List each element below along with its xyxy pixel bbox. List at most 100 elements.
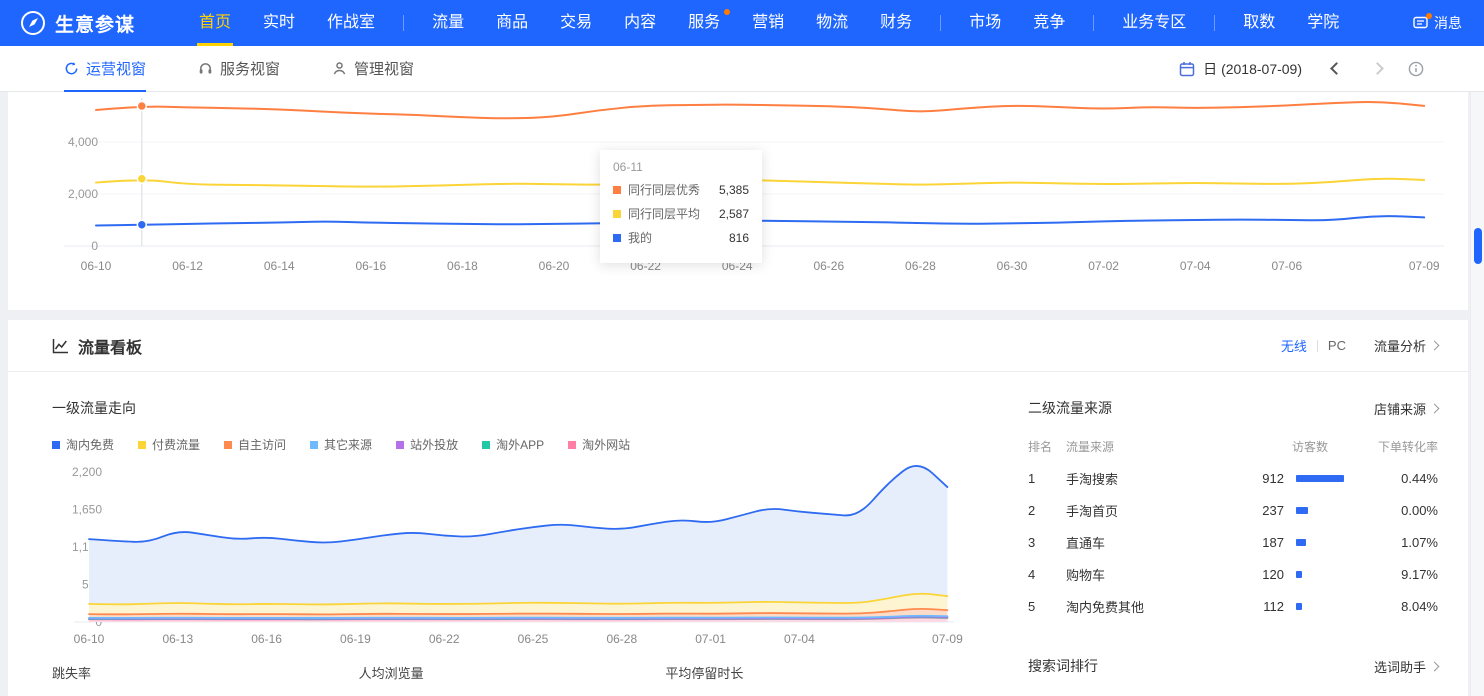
source-row[interactable]: 5淘内免费其他1128.04%	[1028, 590, 1438, 622]
toggle-wireless[interactable]: 无线	[1281, 336, 1307, 355]
view-tabs: 运营视窗 服务视窗 管理视窗	[64, 46, 466, 92]
nav-item-war-room[interactable]: 作战室	[311, 0, 391, 46]
benchmark-chart-card: 02,0004,00006-1006-1206-1406-1606-1806-2…	[8, 92, 1468, 310]
svg-text:06-13: 06-13	[162, 632, 193, 646]
legend-swatch	[138, 441, 146, 449]
source-visitors: 237	[1232, 503, 1284, 518]
legend-item-other-source[interactable]: 其它来源	[310, 436, 372, 453]
metric-label: 人均浏览量	[359, 663, 666, 682]
nav-item-items[interactable]: 商品	[480, 0, 544, 46]
traffic-board-body: 一级流量走向 淘内免费 付费流量 自主访问 其它来源 站外投放 淘外APP 淘外网站 055…	[8, 372, 1468, 696]
source-visitors: 120	[1232, 567, 1284, 582]
legend-item-offsite[interactable]: 站外投放	[396, 436, 458, 453]
legend-swatch	[613, 234, 621, 242]
source-row[interactable]: 4购物车1209.17%	[1028, 558, 1438, 590]
source-row[interactable]: 3直通车1871.07%	[1028, 526, 1438, 558]
svg-text:06-22: 06-22	[429, 632, 460, 646]
metric-avg-pageviews: 人均浏览量5.01	[359, 663, 666, 696]
svg-text:07-02: 07-02	[1088, 259, 1119, 273]
traffic-metrics: 跳失率59.73%人均浏览量5.01平均停留时长17.48秒	[52, 663, 972, 696]
legend-item-taonei-free[interactable]: 淘内免费	[52, 436, 114, 453]
nav-item-content[interactable]: 内容	[608, 0, 672, 46]
shop-source-link[interactable]: 店铺来源	[1374, 399, 1438, 418]
scrollbar[interactable]	[1470, 92, 1484, 696]
date-controls: 日 (2018-07-09)	[1179, 59, 1424, 79]
nav-menu: 首页实时作战室流量商品交易内容服务营销物流财务市场竞争业务专区取数学院	[183, 0, 1413, 46]
svg-text:07-04: 07-04	[1180, 259, 1211, 273]
line-chart-icon	[52, 338, 69, 354]
brand-name: 生意参谋	[55, 10, 135, 37]
traffic-analysis-link[interactable]: 流量分析	[1374, 336, 1438, 355]
date-granularity: 日	[1203, 61, 1217, 77]
metric-bounce-rate: 跳失率59.73%	[52, 663, 359, 696]
primary-traffic-panel: 一级流量走向 淘内免费 付费流量 自主访问 其它来源 站外投放 淘外APP 淘外网站 055…	[52, 398, 972, 696]
legend-item-paid[interactable]: 付费流量	[138, 436, 200, 453]
column-header: 流量来源	[1066, 438, 1232, 455]
info-icon[interactable]	[1408, 61, 1424, 77]
svg-text:06-28: 06-28	[606, 632, 637, 646]
nav-item-marketing[interactable]: 营销	[736, 0, 800, 46]
traffic-legend: 淘内免费 付费流量 自主访问 其它来源 站外投放 淘外APP 淘外网站	[52, 436, 972, 453]
nav-item-home[interactable]: 首页	[183, 0, 247, 46]
nav-separator	[1093, 15, 1094, 31]
visitors-bar	[1296, 603, 1302, 610]
nav-item-logistics[interactable]: 物流	[800, 0, 864, 46]
nav-item-realtime[interactable]: 实时	[247, 0, 311, 46]
legend-item-taowai-web[interactable]: 淘外网站	[568, 436, 630, 453]
word-helper-link[interactable]: 选词助手	[1374, 657, 1438, 676]
view-tab-label: 运营视窗	[86, 58, 146, 79]
svg-text:06-28: 06-28	[905, 259, 936, 273]
view-bar: 运营视窗 服务视窗 管理视窗 日 (2018-07-09)	[0, 46, 1484, 92]
legend-swatch	[613, 210, 621, 218]
messages-entry[interactable]: 消息	[1413, 13, 1466, 33]
headset-icon	[198, 61, 213, 76]
view-tab-management[interactable]: 管理视窗	[332, 46, 414, 92]
view-tab-operation[interactable]: 运营视窗	[64, 46, 146, 92]
shop-source-label: 店铺来源	[1374, 399, 1426, 418]
legend-item-self-visit[interactable]: 自主访问	[224, 436, 286, 453]
nav-item-data-fetch[interactable]: 取数	[1227, 0, 1291, 46]
next-date-button[interactable]	[1371, 62, 1384, 75]
nav-item-business-zone[interactable]: 业务专区	[1106, 0, 1202, 46]
nav-item-trade[interactable]: 交易	[544, 0, 608, 46]
traffic-analysis-label: 流量分析	[1374, 336, 1426, 355]
notification-dot	[724, 9, 730, 15]
source-rank: 3	[1028, 535, 1066, 550]
divider	[1317, 340, 1318, 352]
source-row[interactable]: 2手淘首页2370.00%	[1028, 494, 1438, 526]
scrollbar-thumb[interactable]	[1474, 228, 1482, 264]
nav-item-compete[interactable]: 竞争	[1017, 0, 1081, 46]
legend-swatch	[613, 186, 621, 194]
toggle-pc[interactable]: PC	[1328, 338, 1346, 353]
source-name: 淘内免费其他	[1066, 597, 1232, 616]
tooltip-series-value: 5,385	[719, 183, 749, 197]
visitors-bar	[1296, 507, 1308, 514]
legend-item-taowai-app[interactable]: 淘外APP	[482, 436, 544, 453]
column-header: 访客数	[1232, 438, 1350, 455]
visitors-bar-cell	[1284, 571, 1350, 578]
source-row[interactable]: 1手淘搜索9120.44%	[1028, 462, 1438, 494]
top-nav: 生意参谋 首页实时作战室流量商品交易内容服务营销物流财务市场竞争业务专区取数学院…	[0, 0, 1484, 46]
tooltip-series-name: 同行同层平均	[628, 205, 700, 222]
nav-item-traffic[interactable]: 流量	[416, 0, 480, 46]
metric-value: 17.48秒	[665, 691, 972, 696]
refresh-icon	[64, 61, 79, 76]
nav-item-market[interactable]: 市场	[953, 0, 1017, 46]
date-display[interactable]: 日 (2018-07-09)	[1203, 59, 1302, 79]
nav-separator	[940, 15, 941, 31]
svg-text:06-14: 06-14	[264, 259, 295, 273]
source-rate: 0.44%	[1350, 471, 1438, 486]
nav-item-academy[interactable]: 学院	[1291, 0, 1355, 46]
traffic-area-chart[interactable]: 05501,1001,6502,20006-1006-1306-1606-190…	[52, 457, 972, 649]
nav-item-finance[interactable]: 财务	[864, 0, 928, 46]
view-tab-service[interactable]: 服务视窗	[198, 46, 280, 92]
nav-item-service[interactable]: 服务	[672, 0, 736, 46]
tooltip-row: 我的816	[613, 229, 749, 246]
svg-text:06-20: 06-20	[539, 259, 570, 273]
source-visitors: 912	[1232, 471, 1284, 486]
calendar-icon[interactable]	[1179, 61, 1195, 77]
metric-value: 59.73%	[52, 691, 359, 696]
prev-date-button[interactable]	[1330, 62, 1343, 75]
brand[interactable]: 生意参谋	[20, 10, 135, 37]
primary-traffic-title: 一级流量走向	[52, 398, 972, 418]
